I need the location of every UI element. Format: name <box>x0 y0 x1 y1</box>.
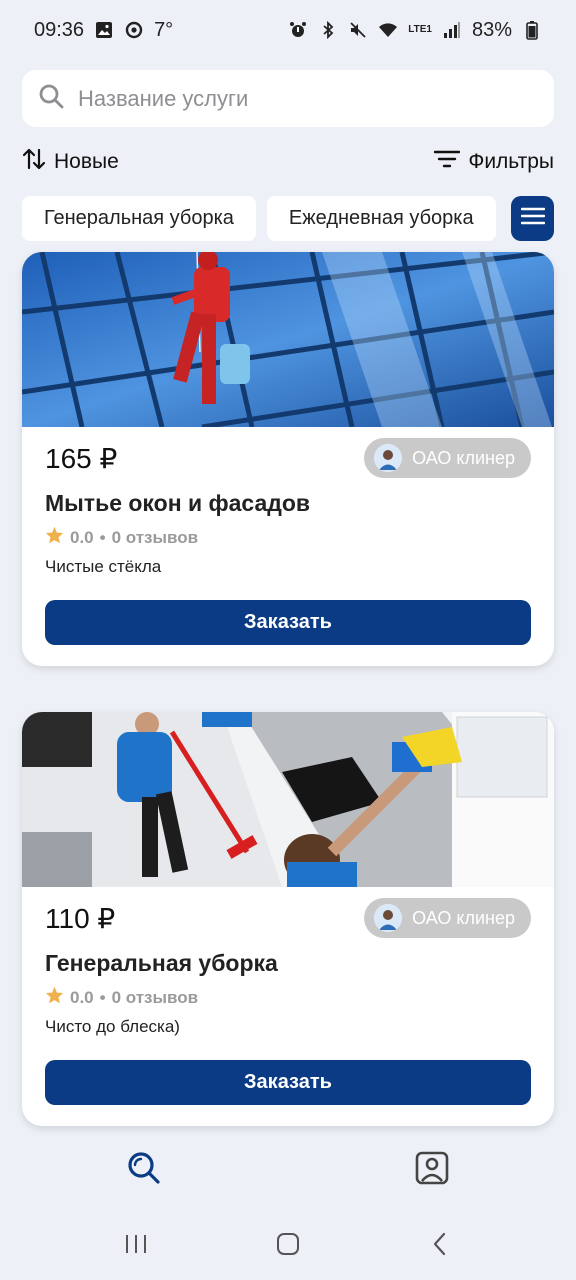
filter-label: Фильтры <box>468 150 554 173</box>
provider-avatar <box>374 444 403 472</box>
mute-icon <box>348 20 368 40</box>
service-card[interactable]: 110 ₽ ОАО клинер Генеральная уборка 0.0 … <box>22 712 554 1126</box>
provider-avatar <box>374 904 403 932</box>
nav-search[interactable] <box>114 1140 174 1200</box>
menu-icon <box>520 206 545 231</box>
battery-icon <box>522 20 542 40</box>
search-input[interactable] <box>78 85 518 112</box>
service-rating: 0.0 • 0 отзывов <box>45 986 198 1009</box>
reviews-count: 0 отзывов <box>111 527 199 547</box>
star-icon <box>45 986 64 1009</box>
recent-apps-icon <box>124 1233 148 1260</box>
provider-name: ОАО клинер <box>412 907 515 928</box>
sort-filter-row: Новые Фильтры <box>22 142 554 182</box>
rating-separator: • <box>99 527 106 547</box>
chip-general-cleaning[interactable]: Генеральная уборка <box>22 196 256 241</box>
provider-badge[interactable]: ОАО клинер <box>364 898 531 938</box>
bluetooth-icon <box>318 20 338 40</box>
profile-icon <box>415 1151 449 1190</box>
sort-label: Новые <box>54 150 119 173</box>
service-image-window-cleaning <box>22 252 554 427</box>
sync-icon <box>124 20 144 40</box>
sort-button[interactable]: Новые <box>22 146 119 178</box>
home-icon <box>276 1232 300 1261</box>
chip-daily-cleaning[interactable]: Ежедневная уборка <box>266 196 496 241</box>
service-image-general-cleaning <box>22 712 554 887</box>
signal-icon <box>442 20 462 40</box>
service-description: Чистые стёкла <box>45 557 162 576</box>
search-icon <box>126 1150 162 1191</box>
system-navigation <box>0 1212 576 1280</box>
service-price: 110 ₽ <box>45 903 116 934</box>
rating-separator: • <box>99 987 106 1007</box>
status-network: LTE1 <box>408 24 432 35</box>
star-icon <box>45 526 64 549</box>
service-rating: 0.0 • 0 отзывов <box>45 526 198 549</box>
status-battery: 83% <box>471 18 512 41</box>
service-description: Чисто до блеска) <box>45 1017 180 1036</box>
status-temperature: 7° <box>154 18 174 41</box>
rating-value: 0.0 <box>70 987 94 1007</box>
search-bar[interactable] <box>22 70 554 127</box>
wifi-icon <box>378 20 398 40</box>
alarm-icon <box>288 20 308 40</box>
service-price: 165 ₽ <box>45 443 118 474</box>
service-title: Мытье окон и фасадов <box>45 490 311 516</box>
gallery-icon <box>94 20 114 40</box>
recent-apps-button[interactable] <box>111 1221 161 1271</box>
back-button[interactable] <box>415 1221 465 1271</box>
order-button[interactable]: Заказать <box>45 1060 531 1105</box>
filter-button[interactable]: Фильтры <box>434 149 554 175</box>
filter-icon <box>434 149 461 175</box>
provider-name: ОАО клинер <box>412 447 515 468</box>
back-icon <box>432 1232 448 1261</box>
sort-icon <box>22 146 46 178</box>
category-chips: Генеральная уборка Ежедневная уборка <box>22 196 554 242</box>
provider-badge[interactable]: ОАО клинер <box>364 438 531 478</box>
rating-value: 0.0 <box>70 527 94 547</box>
categories-menu-button[interactable] <box>511 196 554 241</box>
home-button[interactable] <box>263 1221 313 1271</box>
service-title: Генеральная уборка <box>45 950 278 976</box>
search-icon <box>38 83 64 114</box>
reviews-count: 0 отзывов <box>111 987 199 1007</box>
order-button[interactable]: Заказать <box>45 600 531 645</box>
nav-profile[interactable] <box>402 1140 462 1200</box>
status-time: 09:36 <box>34 18 85 41</box>
service-card[interactable]: 165 ₽ ОАО клинер Мытье окон и фасадов 0.… <box>22 252 554 666</box>
status-bar: 09:36 7° LTE1 83% <box>0 0 576 60</box>
bottom-navigation <box>0 1130 576 1210</box>
